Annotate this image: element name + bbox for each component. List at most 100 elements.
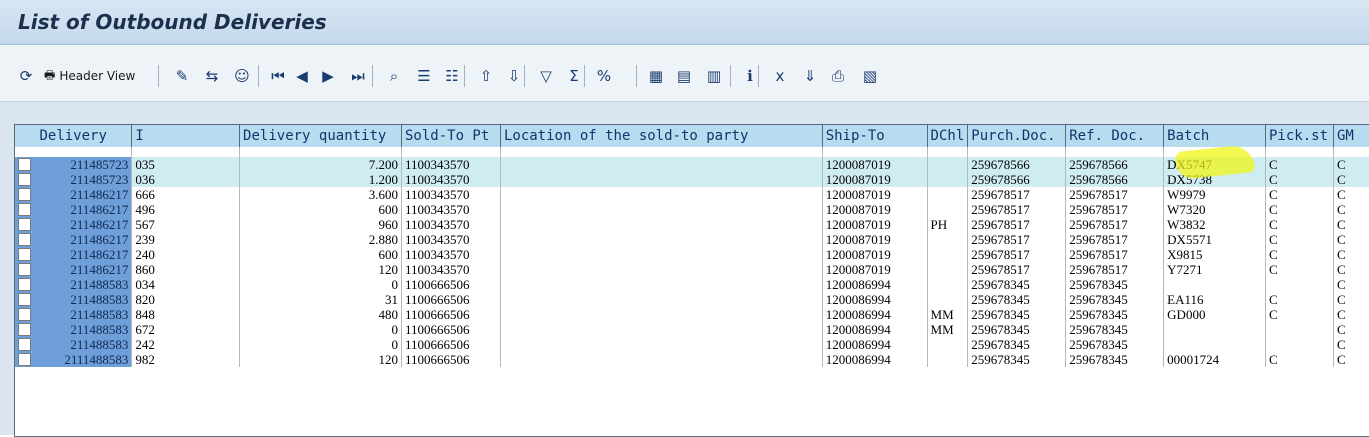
row-select-checkbox[interactable] [18,308,31,321]
dchl-cell [927,202,969,217]
delivery-cell[interactable]: 211486217 [15,217,133,232]
sum-icon[interactable]: Σ [562,65,586,87]
export-excel-icon[interactable]: x [768,65,792,87]
table-row[interactable]: 211486217 240 600 1100343570 1200087019 25967… [15,247,1369,262]
column-header-location-of-the-sold-to-party[interactable]: Location of the sold-to party [500,125,823,147]
column-header-ref-doc[interactable]: Ref. Doc. [1065,125,1165,147]
delivery-cell[interactable]: 211486217 [15,187,133,202]
download-icon[interactable]: ⇓ [798,65,822,87]
column-header-delivery-quantity[interactable]: Delivery quantity [239,125,402,147]
sum-icon: Σ [569,67,579,85]
pencil-icon[interactable]: ✎ [170,65,194,87]
pick-status-cell: C [1265,292,1334,307]
row-select-checkbox[interactable] [18,278,31,291]
find-icon: ⌕ [389,67,399,85]
header-view-button[interactable]: 🖶 Header View [44,65,154,87]
application-toolbar: ⟳ 🖶 Header View ✎ ⇆ ☺ ⏮ ◀ ▶ ⏭ ⌕ ☰ ☷ ⇧ ⇩ ▽ Σ% ▦ ▤ ▥ ℹ x ⇓ ⎙ ▧ [0,45,1369,102]
change-layout-icon: ▤ [676,67,692,85]
sort-ascending-icon[interactable]: ⇧ [474,65,498,87]
delivery-cell[interactable]: 2111488583 [15,352,133,367]
delivery-cell[interactable]: 211485723 [15,157,133,172]
filter-icon[interactable]: ▽ [534,65,558,87]
subtotal-icon[interactable]: % [592,65,616,87]
table-row[interactable]: 211485723 035 7.200 1100343570 1200087019 259… [15,157,1369,172]
column-header-pick-st[interactable]: Pick.st [1265,125,1334,147]
column-header-ship-to[interactable]: Ship-To [822,125,928,147]
goods-movement-icon[interactable]: ⇆ [200,65,224,87]
delivery-cell[interactable]: 211488583 [15,337,133,352]
delivery-cell[interactable]: 211486217 [15,247,133,262]
ref-doc-cell: 259678345 [1065,292,1165,307]
sold-to-cell: 1100343570 [401,217,501,232]
abc-analysis-icon[interactable]: ▧ [858,65,882,87]
delivery-cell[interactable]: 211486217 [15,262,133,277]
quantity-cell: 960 [239,217,402,232]
column-header-dchl[interactable]: DChl [927,125,969,147]
table-row[interactable]: 211485723 036 1.200 1100343570 1200087019 259… [15,172,1369,187]
row-select-checkbox[interactable] [18,353,31,366]
gm-cell: C [1333,172,1369,187]
table-row[interactable]: 211486217 239 2.880 1100343570 1200087019 259… [15,232,1369,247]
deselect-all-icon[interactable]: ☷ [440,65,464,87]
next-icon[interactable]: ▶ [316,65,340,87]
table-row[interactable]: 211486217 496 600 1100343570 1200087019 25967… [15,202,1369,217]
row-select-checkbox[interactable] [18,173,31,186]
table-row[interactable]: 211486217 567 960 1100343570 1200087019 PH 259… [15,217,1369,232]
column-header-i[interactable]: I [131,125,241,147]
last-page-icon[interactable]: ⏭ [346,65,370,87]
table-row[interactable]: 211488583 242 0 1100666506 1200086994 2596783… [15,337,1369,352]
select-layout-icon: ▥ [706,67,722,85]
column-header-batch[interactable]: Batch [1163,125,1266,147]
delivery-cell[interactable]: 211488583 [15,292,133,307]
column-header-purch-doc[interactable]: Purch.Doc. [967,125,1067,147]
row-select-checkbox[interactable] [18,263,31,276]
table-row[interactable]: 211488583 820 31 1100666506 1200086994 259678… [15,292,1369,307]
quantity-cell: 2.880 [239,232,402,247]
batch-cell: DX5747 [1163,157,1266,172]
print-icon[interactable]: ⎙ [826,65,850,87]
delivery-cell[interactable]: 211488583 [15,277,133,292]
table-row[interactable]: 211488583 034 0 1100666506 1200086994 2596783… [15,277,1369,292]
table-row[interactable]: 211486217 666 3.600 1100343570 1200087019 259… [15,187,1369,202]
column-header-gm[interactable]: GM [1333,125,1369,147]
row-select-checkbox[interactable] [18,338,31,351]
delivery-cell[interactable]: 211486217 [15,232,133,247]
sort-descending-icon[interactable]: ⇩ [502,65,526,87]
table-row[interactable]: 211486217 860 120 1100343570 1200087019 25967… [15,262,1369,277]
sold-to-cell: 1100343570 [401,232,501,247]
select-layout-icon[interactable]: ▥ [702,65,726,87]
row-select-checkbox[interactable] [18,248,31,261]
layout-icon[interactable]: ▦ [644,65,668,87]
table-row[interactable]: 211488583 848 480 1100666506 1200086994 MM 259… [15,307,1369,322]
row-select-checkbox[interactable] [18,158,31,171]
change-layout-icon[interactable]: ▤ [672,65,696,87]
delivery-cell[interactable]: 211485723 [15,172,133,187]
pick-status-cell: C [1265,307,1334,322]
pick-status-cell: C [1265,262,1334,277]
row-select-checkbox[interactable] [18,293,31,306]
table-row[interactable]: 211488583 672 0 1100666506 1200086994 MM 25967… [15,322,1369,337]
purch-doc-cell: 259678517 [967,202,1067,217]
row-select-checkbox[interactable] [18,233,31,246]
table-row[interactable]: 2111488583 982 120 1100666506 1200086994 2596… [15,352,1369,367]
row-select-checkbox[interactable] [18,203,31,216]
select-all-icon[interactable]: ☰ [412,65,436,87]
delivery-cell[interactable]: 211488583 [15,307,133,322]
find-icon[interactable]: ⌕ [382,65,406,87]
person-icon[interactable]: ☺ [230,65,254,87]
next-icon: ▶ [322,67,334,85]
goods-movement-icon: ⇆ [205,67,219,85]
dchl-cell [927,247,969,262]
row-select-checkbox[interactable] [18,188,31,201]
column-header-delivery[interactable]: Delivery [15,125,133,147]
refresh-icon[interactable]: ⟳ [14,65,38,87]
item-cell: 496 [131,202,241,217]
row-select-checkbox[interactable] [18,323,31,336]
delivery-cell[interactable]: 211486217 [15,202,133,217]
delivery-cell[interactable]: 211488583 [15,322,133,337]
previous-icon[interactable]: ◀ [290,65,314,87]
item-cell: 666 [131,187,241,202]
first-page-icon[interactable]: ⏮ [266,65,290,87]
row-select-checkbox[interactable] [18,218,31,231]
column-header-sold-to-pt[interactable]: Sold-To Pt [401,125,501,147]
